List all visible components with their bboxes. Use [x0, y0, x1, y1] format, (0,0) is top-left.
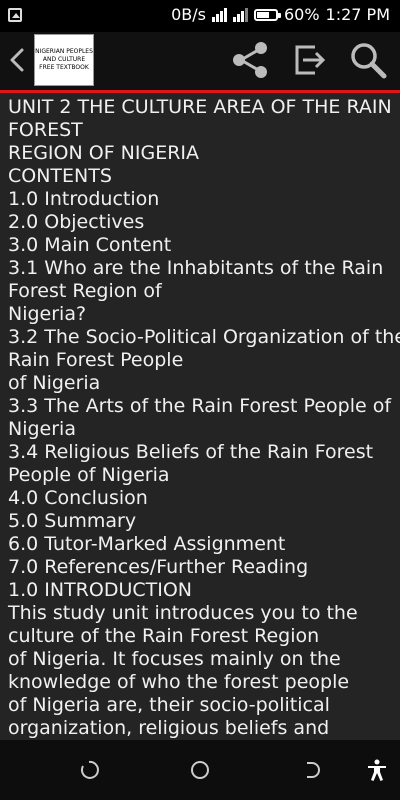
- battery-icon: [253, 8, 281, 21]
- back-button[interactable]: [6, 44, 28, 76]
- home-button[interactable]: [185, 755, 215, 785]
- text-line: organization, religious beliefs and: [8, 717, 330, 739]
- exit-button[interactable]: [286, 36, 334, 84]
- text-line: 7.0 References/Further Reading: [8, 556, 309, 578]
- text-line: 3.4 Religious Beliefs of the Rain Forest: [8, 441, 374, 463]
- chevron-left-icon: [10, 48, 24, 72]
- text-line: 1.0 Introduction: [8, 188, 160, 210]
- recent-apps-button[interactable]: [74, 755, 104, 785]
- text-line: of Nigeria: [8, 372, 101, 394]
- text-line: of Nigeria. It focuses mainly on the: [8, 648, 341, 670]
- text-line: 3.2 The Socio-Political Organization of …: [8, 326, 400, 348]
- signal-icon-2: [232, 7, 248, 22]
- text-line: 6.0 Tutor-Marked Assignment: [8, 533, 286, 555]
- back-nav-button[interactable]: [296, 755, 326, 785]
- share-button[interactable]: [226, 36, 274, 84]
- text-line: 1.0 INTRODUCTION: [8, 579, 193, 601]
- text-line: Nigeria?: [8, 303, 87, 325]
- accessibility-icon: [368, 759, 386, 781]
- text-line: 2.0 Objectives: [8, 211, 145, 233]
- back-icon: [307, 762, 320, 778]
- battery-level: 60%: [283, 5, 320, 24]
- status-bar: 0B/s 60% 1:27 PM: [0, 0, 400, 32]
- text-line: 4.0 Conclusion: [8, 487, 148, 509]
- text-line: Rain Forest People: [8, 349, 184, 371]
- book-cover-text: NIGERIAN PEOPLES AND CULTURE FREE TEXTBO…: [35, 48, 93, 71]
- text-line: FOREST: [8, 119, 83, 141]
- text-line: of Nigeria are, their socio-political: [8, 694, 330, 716]
- accessibility-button[interactable]: [362, 755, 392, 785]
- text-line: culture of the Rain Forest Region: [8, 625, 320, 647]
- text-line: 5.0 Summary: [8, 510, 137, 532]
- text-line: UNIT 2 THE CULTURE AREA OF THE RAIN: [8, 96, 392, 118]
- text-line: Forest Region of: [8, 280, 162, 302]
- status-right: 0B/s 60% 1:27 PM: [171, 5, 390, 24]
- text-line: CONTENTS: [8, 165, 112, 187]
- text-line: REGION OF NIGERIA: [8, 142, 200, 164]
- signal-icon: [211, 7, 227, 22]
- reader-content[interactable]: UNIT 2 THE CULTURE AREA OF THE RAIN FORES…: [0, 93, 400, 740]
- text-line: 3.3 The Arts of the Rain Forest People o…: [8, 395, 392, 417]
- net-speed: 0B/s: [171, 5, 206, 24]
- search-button[interactable]: [344, 36, 392, 84]
- text-line: This study unit introduces you to the: [8, 602, 358, 624]
- search-icon: [351, 43, 387, 79]
- gallery-notification-icon: [8, 8, 22, 22]
- navigation-bar: [0, 740, 400, 800]
- home-icon: [191, 761, 209, 779]
- text-line: knowledge of who the forest people: [8, 671, 350, 693]
- recent-apps-icon: [80, 760, 99, 779]
- exit-icon: [295, 45, 326, 75]
- share-icon: [233, 42, 267, 78]
- text-line: People of Nigeria: [8, 464, 170, 486]
- text-line: Nigeria: [8, 418, 76, 440]
- book-cover-thumbnail: NIGERIAN PEOPLES AND CULTURE FREE TEXTBO…: [34, 34, 94, 86]
- text-line: 3.1 Who are the Inhabitants of the Rain: [8, 257, 384, 279]
- text-line: 3.0 Main Content: [8, 234, 172, 256]
- clock: 1:27 PM: [325, 5, 390, 24]
